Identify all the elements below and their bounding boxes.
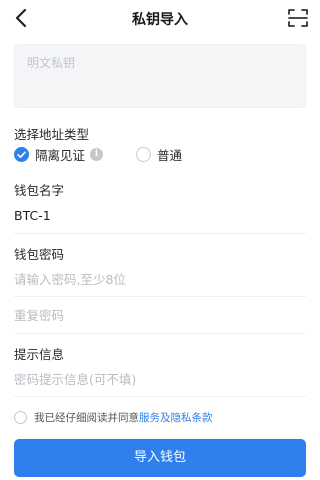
radio-unchecked-icon [136,147,151,162]
radio-checked-icon [14,147,29,162]
agreement-checkbox[interactable] [14,410,27,424]
radio-normal[interactable]: 普通 [136,145,182,164]
agreement-row: 我已经仔细阅读并同意 服务及隐私条款 [14,408,213,426]
radio-normal-label: 普通 [157,148,183,163]
address-type-label: 选择地址类型 [14,127,90,142]
divider [14,396,306,397]
address-type-radio-group: 隔离见证 i 普通 [14,145,306,165]
import-wallet-button[interactable]: 导入钱包 [14,439,306,477]
hint-label: 提示信息 [14,347,65,362]
wallet-password-label: 钱包密码 [14,247,65,262]
password-input[interactable] [14,268,306,290]
hint-input[interactable] [14,368,306,390]
divider [14,333,306,334]
header: 私钥导入 [0,0,320,36]
radio-segwit[interactable]: 隔离见证 i [14,145,104,164]
scan-button[interactable] [286,6,310,30]
terms-link[interactable]: 服务及隐私条款 [139,410,213,425]
info-icon[interactable]: i [90,148,104,161]
divider [14,296,306,297]
wallet-name-label: 钱包名字 [14,183,65,198]
wallet-name-input[interactable] [14,204,306,226]
radio-segwit-label: 隔离见证 [35,148,86,163]
private-key-input[interactable] [14,44,306,108]
page-title: 私钥导入 [132,12,188,28]
scan-icon [288,9,308,27]
divider [14,233,306,234]
repeat-password-input[interactable] [14,304,306,326]
agreement-text: 我已经仔细阅读并同意 [34,411,139,424]
